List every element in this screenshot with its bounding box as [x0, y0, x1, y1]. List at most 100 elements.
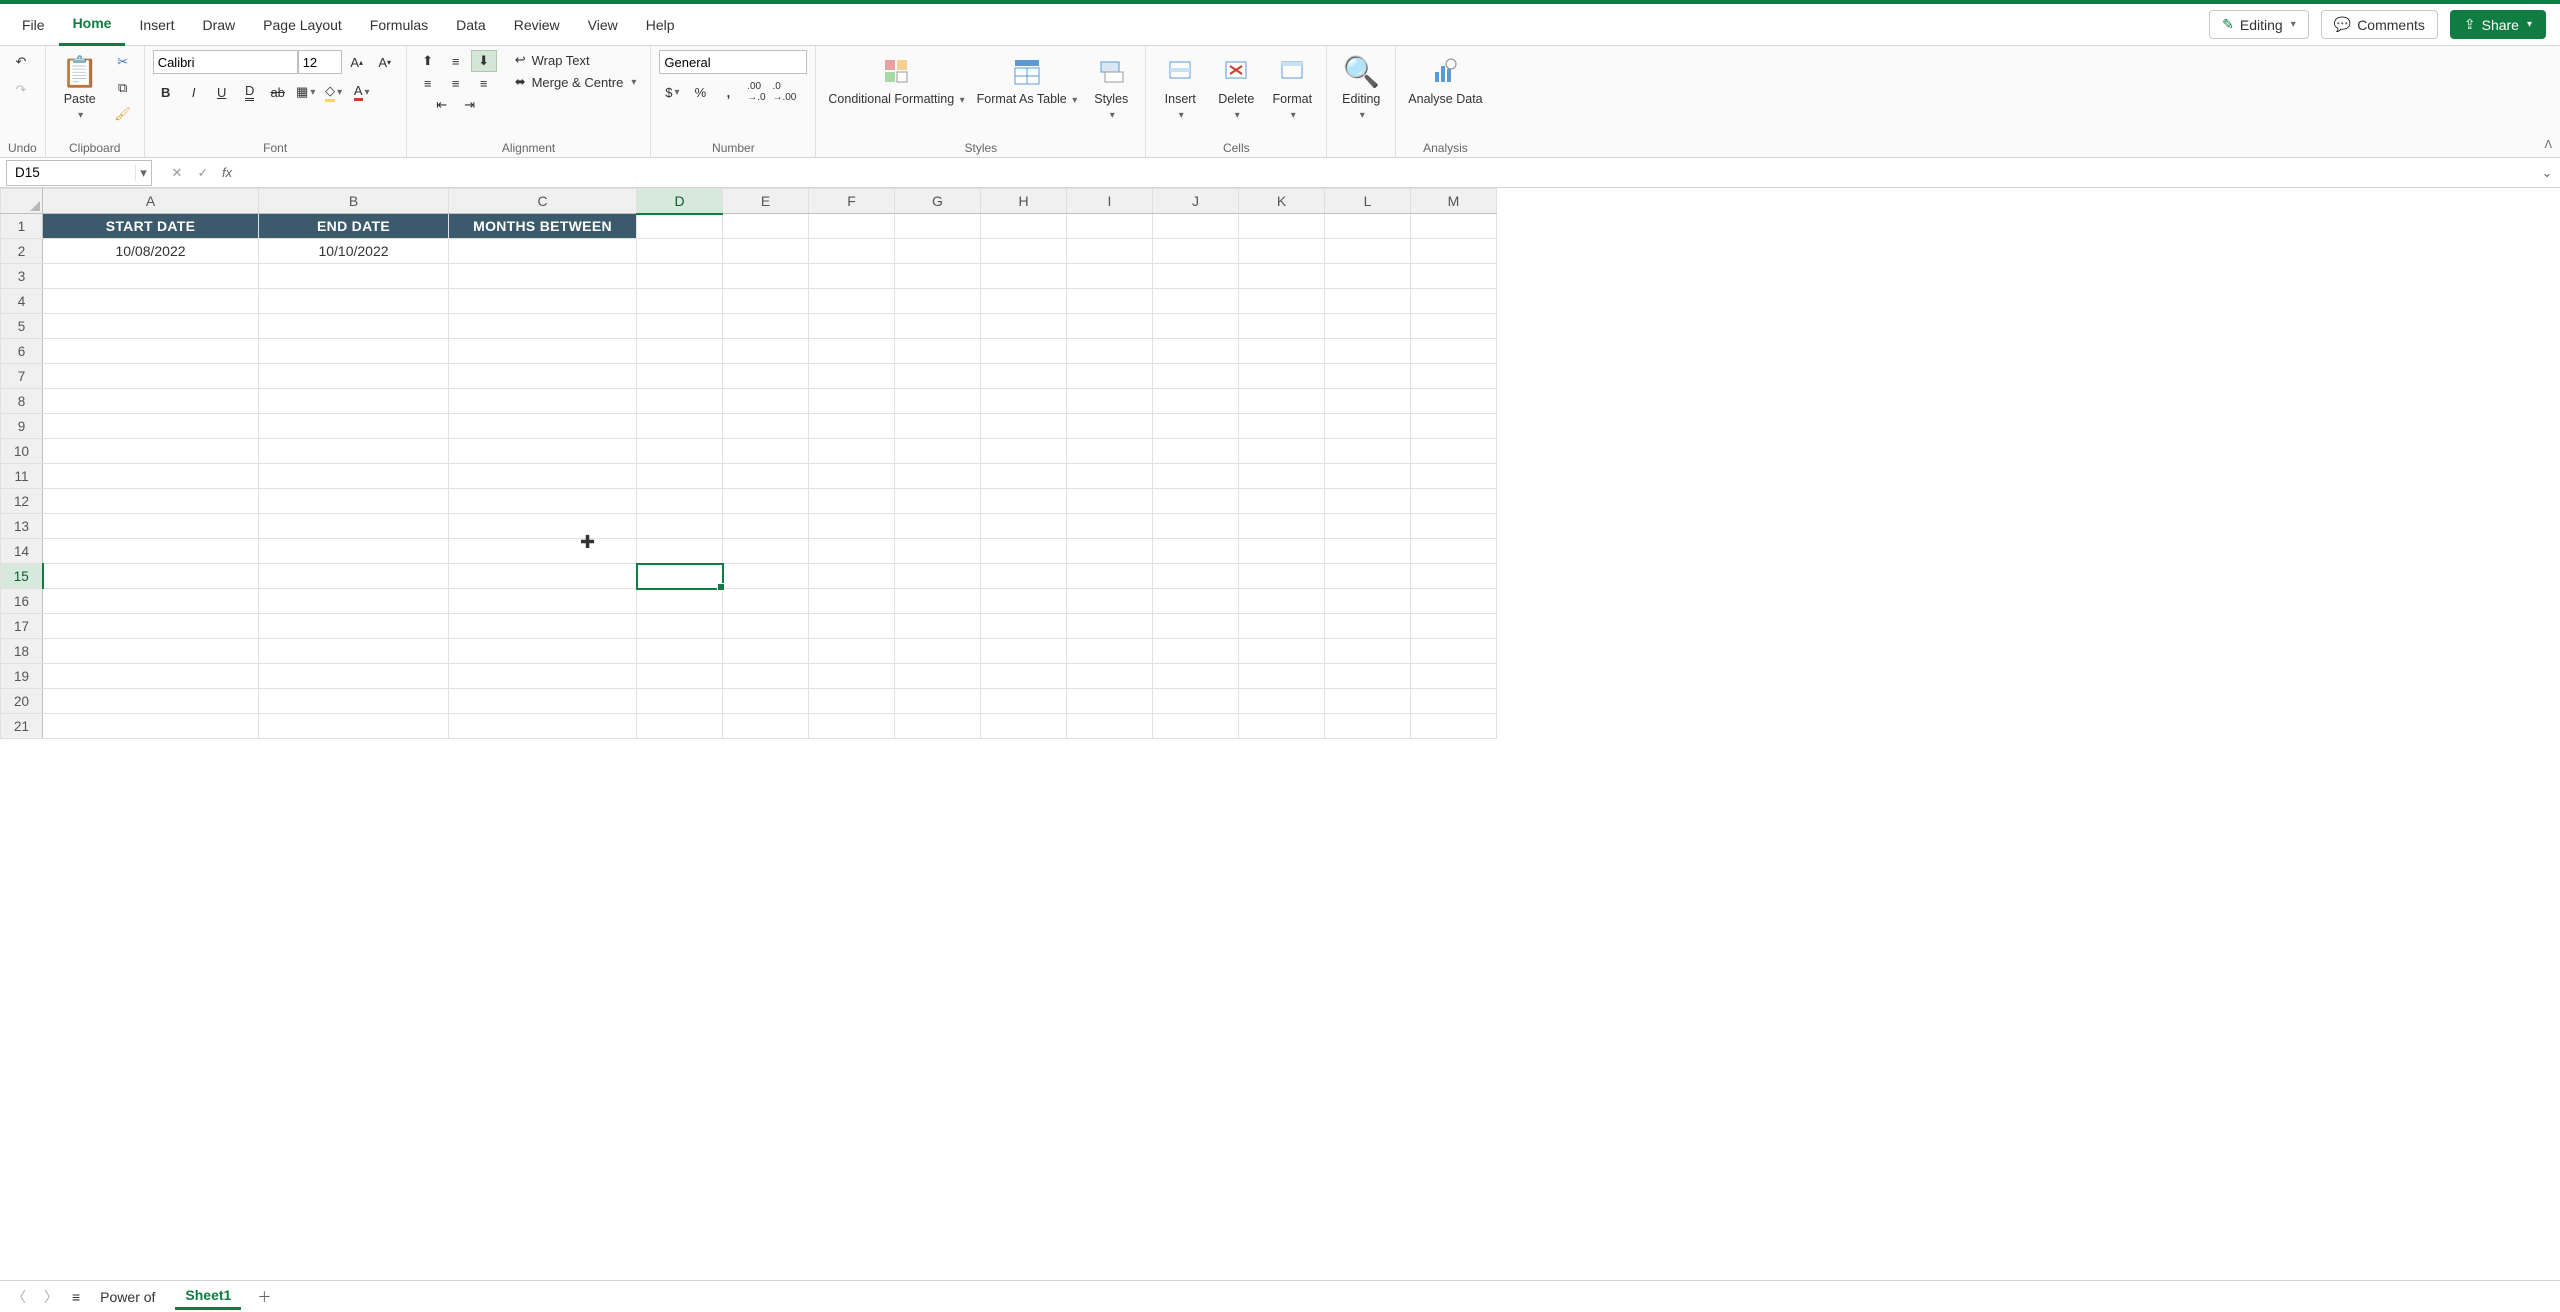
- cell[interactable]: [1325, 364, 1411, 389]
- row-header[interactable]: 3: [1, 264, 43, 289]
- cell[interactable]: [1411, 714, 1497, 739]
- cell[interactable]: [449, 514, 637, 539]
- tab-file[interactable]: File: [8, 4, 59, 46]
- cell[interactable]: [1239, 364, 1325, 389]
- tab-page-layout[interactable]: Page Layout: [249, 4, 356, 46]
- copy-button[interactable]: ⧉: [110, 76, 136, 100]
- tab-home[interactable]: Home: [59, 4, 126, 46]
- merge-center-button[interactable]: ⬌ Merge & Centre ▾: [509, 72, 643, 92]
- cell[interactable]: [1067, 589, 1153, 614]
- cell[interactable]: [981, 289, 1067, 314]
- cell[interactable]: [259, 689, 449, 714]
- bold-button[interactable]: B: [153, 80, 179, 104]
- cell[interactable]: [1067, 364, 1153, 389]
- cell[interactable]: [1067, 214, 1153, 239]
- format-painter-button[interactable]: 🖌: [110, 102, 136, 126]
- cell[interactable]: [1067, 714, 1153, 739]
- cancel-formula-button[interactable]: ✕: [166, 165, 188, 181]
- column-header[interactable]: F: [809, 189, 895, 214]
- cell[interactable]: [259, 514, 449, 539]
- cell[interactable]: [1325, 664, 1411, 689]
- cell[interactable]: [1239, 664, 1325, 689]
- cell[interactable]: [723, 464, 809, 489]
- cell[interactable]: [43, 389, 259, 414]
- cell[interactable]: [637, 689, 723, 714]
- row-header[interactable]: 20: [1, 689, 43, 714]
- cell[interactable]: [981, 639, 1067, 664]
- row-header[interactable]: 9: [1, 414, 43, 439]
- cell[interactable]: [1067, 339, 1153, 364]
- cell[interactable]: [449, 239, 637, 264]
- cell[interactable]: [723, 489, 809, 514]
- cell[interactable]: [895, 339, 981, 364]
- cell[interactable]: [449, 689, 637, 714]
- cell[interactable]: [1325, 614, 1411, 639]
- cell[interactable]: [1239, 289, 1325, 314]
- cell[interactable]: START DATE: [43, 214, 259, 239]
- cell[interactable]: [1411, 264, 1497, 289]
- row-header[interactable]: 14: [1, 539, 43, 564]
- fill-color-button[interactable]: ◇▾: [321, 80, 347, 104]
- conditional-formatting-button[interactable]: Conditional Formatting ▾: [824, 50, 968, 109]
- cell[interactable]: [1239, 314, 1325, 339]
- sheet-tab[interactable]: Sheet1: [175, 1283, 241, 1310]
- row-header[interactable]: 2: [1, 239, 43, 264]
- sheet-nav-next[interactable]: 〉: [40, 1287, 62, 1307]
- cell[interactable]: [1153, 639, 1239, 664]
- cell[interactable]: [1325, 589, 1411, 614]
- cell[interactable]: [1411, 489, 1497, 514]
- name-box-input[interactable]: [7, 165, 135, 180]
- cell[interactable]: [723, 689, 809, 714]
- row-header[interactable]: 15: [1, 564, 43, 589]
- cell[interactable]: [809, 639, 895, 664]
- cell[interactable]: [981, 714, 1067, 739]
- share-button[interactable]: ⇪ Share ▾: [2450, 10, 2546, 39]
- cell[interactable]: [1411, 389, 1497, 414]
- cell[interactable]: [1411, 339, 1497, 364]
- cell[interactable]: [723, 389, 809, 414]
- cell[interactable]: [895, 314, 981, 339]
- column-header[interactable]: M: [1411, 189, 1497, 214]
- tab-draw[interactable]: Draw: [188, 4, 249, 46]
- formula-input[interactable]: [240, 165, 2534, 180]
- cell[interactable]: [895, 664, 981, 689]
- cell[interactable]: [1325, 464, 1411, 489]
- grow-font-button[interactable]: A▴: [344, 50, 370, 74]
- cell[interactable]: [259, 389, 449, 414]
- add-sheet-button[interactable]: ＋: [251, 1287, 277, 1307]
- cell[interactable]: [723, 214, 809, 239]
- cell[interactable]: [1153, 389, 1239, 414]
- column-header[interactable]: B: [259, 189, 449, 214]
- cell[interactable]: [259, 614, 449, 639]
- cell[interactable]: [1411, 614, 1497, 639]
- sheet-nav-prev[interactable]: 〈: [8, 1287, 30, 1307]
- cell[interactable]: [449, 589, 637, 614]
- cell[interactable]: [895, 239, 981, 264]
- cell[interactable]: [723, 664, 809, 689]
- cell[interactable]: [1411, 464, 1497, 489]
- expand-formula-bar-button[interactable]: ⌄: [2534, 165, 2560, 181]
- cell[interactable]: [1067, 489, 1153, 514]
- cell[interactable]: [981, 314, 1067, 339]
- collapse-ribbon-button[interactable]: ᐱ: [2544, 138, 2552, 151]
- cell[interactable]: [637, 564, 723, 589]
- cell[interactable]: [449, 539, 637, 564]
- cell[interactable]: [1239, 339, 1325, 364]
- cell[interactable]: [449, 614, 637, 639]
- cell[interactable]: [1411, 514, 1497, 539]
- cell[interactable]: [449, 439, 637, 464]
- align-left-button[interactable]: ≡: [415, 72, 441, 94]
- cell[interactable]: [1239, 614, 1325, 639]
- cell[interactable]: [1411, 439, 1497, 464]
- cell[interactable]: [1325, 714, 1411, 739]
- accounting-format-button[interactable]: $▾: [659, 80, 685, 104]
- cell[interactable]: [1411, 239, 1497, 264]
- tab-review[interactable]: Review: [500, 4, 574, 46]
- cell[interactable]: [1239, 539, 1325, 564]
- cell[interactable]: [1411, 289, 1497, 314]
- row-header[interactable]: 13: [1, 514, 43, 539]
- cell[interactable]: [809, 514, 895, 539]
- editing-mode-button[interactable]: ✎ Editing ▾: [2209, 10, 2309, 39]
- cell[interactable]: [809, 689, 895, 714]
- cell[interactable]: [1067, 514, 1153, 539]
